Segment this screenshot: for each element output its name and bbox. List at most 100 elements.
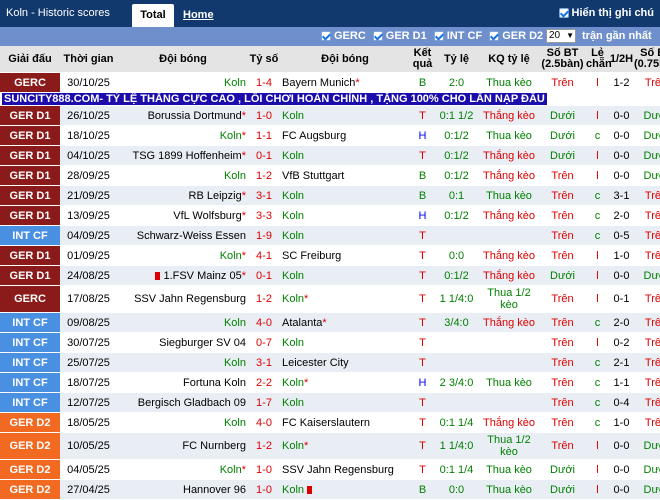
away-team[interactable]: FC Augsburg <box>279 125 411 146</box>
home-team[interactable]: Fortuna Koln <box>117 372 249 393</box>
league-badge[interactable]: GERC <box>0 285 60 313</box>
score[interactable]: 1-2 <box>249 285 279 313</box>
score[interactable]: 1-9 <box>249 225 279 246</box>
ad-banner-text[interactable]: SUNCITY888.COM- TỶ LỆ THẮNG CỰC CAO , LỐ… <box>2 93 547 105</box>
table-row[interactable]: GER D2 18/05/25 Koln 4-0 FC Kaiserslautern T 0… <box>0 412 660 433</box>
checkbox-checked-icon[interactable] <box>321 31 331 41</box>
away-team[interactable]: Koln* <box>279 432 411 460</box>
home-team[interactable]: Hannover 96 <box>117 479 249 500</box>
checkbox-checked-icon[interactable] <box>558 8 569 18</box>
league-badge[interactable]: GER D1 <box>0 165 60 186</box>
league-badge[interactable]: INT CF <box>0 225 60 246</box>
league-badge[interactable]: GER D2 <box>0 412 60 433</box>
league-badge[interactable]: GER D1 <box>0 105 60 126</box>
checkbox-checked-icon[interactable] <box>489 31 500 41</box>
score[interactable]: 3-1 <box>249 185 279 206</box>
table-row[interactable]: GER D1 28/09/25 Koln 1-2 VfB Stuttgart B 0:1/2… <box>0 165 660 186</box>
tab-total[interactable]: Total <box>132 4 174 27</box>
away-team[interactable]: SC Freiburg <box>279 245 411 266</box>
away-team[interactable]: Koln <box>279 479 411 500</box>
score[interactable]: 0-7 <box>249 332 279 353</box>
match-count-select[interactable]: 20 ▼ <box>546 29 576 43</box>
away-team[interactable]: VfB Stuttgart <box>279 165 411 186</box>
away-team[interactable]: Koln <box>279 145 411 166</box>
league-badge[interactable]: GER D2 <box>0 459 60 480</box>
league-badge[interactable]: GER D1 <box>0 185 60 206</box>
league-badge[interactable]: INT CF <box>0 332 60 353</box>
away-team[interactable]: Koln <box>279 392 411 413</box>
league-badge[interactable]: GER D2 <box>0 432 60 460</box>
table-row[interactable]: GER D1 18/10/25 Koln* 1-1 FC Augsburg H 0:1/2 T… <box>0 125 660 146</box>
checkbox-checked-icon[interactable] <box>372 31 383 41</box>
table-row[interactable]: INT CF 04/09/25 Schwarz-Weiss Essen 1-9 Koln… <box>0 225 660 246</box>
score[interactable]: 4-0 <box>249 312 279 333</box>
home-team[interactable]: Koln <box>117 312 249 333</box>
league-badge[interactable]: GER D2 <box>0 479 60 500</box>
checkbox-checked-icon[interactable] <box>433 31 444 41</box>
score[interactable]: 1-4 <box>249 72 279 93</box>
table-row[interactable]: INT CF 25/07/25 Koln 3-1 Leicester City T Trên… <box>0 352 660 373</box>
ad-banner-row[interactable]: SUNCITY888.COM- TỶ LỆ THẮNG CỰC CAO , LỐ… <box>0 92 660 106</box>
home-team[interactable]: Borussia Dortmund* <box>117 105 249 126</box>
home-team[interactable]: VfL Wolfsburg* <box>117 205 249 226</box>
show-notes-toggle[interactable]: Hiển thị ghi chú <box>558 7 654 19</box>
away-team[interactable]: FC Kaiserslautern <box>279 412 411 433</box>
away-team[interactable]: Koln <box>279 105 411 126</box>
table-row[interactable]: INT CF 30/07/25 Siegburger SV 04 0-7 Koln T Tr… <box>0 332 660 353</box>
away-team[interactable]: Leicester City <box>279 352 411 373</box>
away-team[interactable]: Koln* <box>279 372 411 393</box>
score[interactable]: 4-0 <box>249 412 279 433</box>
away-team[interactable]: SSV Jahn Regensburg <box>279 459 411 480</box>
away-team[interactable]: Koln <box>279 265 411 286</box>
league-badge[interactable]: GER D1 <box>0 245 60 266</box>
filter-ger-d2[interactable]: GER D2 <box>489 30 543 42</box>
home-team[interactable]: Koln* <box>117 245 249 266</box>
table-row[interactable]: INT CF 12/07/25 Bergisch Gladbach 09 1-7 Kol… <box>0 392 660 413</box>
score[interactable]: 1-7 <box>249 392 279 413</box>
score[interactable]: 1-0 <box>249 479 279 500</box>
filter-int-cf[interactable]: INT CF <box>433 30 482 42</box>
home-team[interactable]: SSV Jahn Regensburg <box>117 285 249 313</box>
score[interactable]: 4-1 <box>249 245 279 266</box>
home-team[interactable]: Siegburger SV 04 <box>117 332 249 353</box>
league-badge[interactable]: GER D1 <box>0 205 60 226</box>
table-row[interactable]: GER D1 26/10/25 Borussia Dortmund* 1-0 Koln T… <box>0 105 660 126</box>
score[interactable]: 1-2 <box>249 165 279 186</box>
score[interactable]: 2-2 <box>249 372 279 393</box>
home-team[interactable]: Koln* <box>117 125 249 146</box>
away-team[interactable]: Koln <box>279 225 411 246</box>
home-team[interactable]: Bergisch Gladbach 09 <box>117 392 249 413</box>
home-team[interactable]: FC Nurnberg <box>117 432 249 460</box>
table-row[interactable]: GER D1 13/09/25 VfL Wolfsburg* 3-3 Koln H 0:1/… <box>0 205 660 226</box>
table-row[interactable]: INT CF 18/07/25 Fortuna Koln 2-2 Koln* H 2 3/4… <box>0 372 660 393</box>
league-badge[interactable]: INT CF <box>0 392 60 413</box>
score[interactable]: 0-1 <box>249 145 279 166</box>
score[interactable]: 1-0 <box>249 105 279 126</box>
table-row[interactable]: GER D2 27/04/25 Hannover 96 1-0 Koln B 0:0 Thua… <box>0 479 660 500</box>
home-team[interactable]: RB Leipzig* <box>117 185 249 206</box>
league-badge[interactable]: INT CF <box>0 312 60 333</box>
table-row[interactable]: GER D1 01/09/25 Koln* 4-1 SC Freiburg T 0:0 Thắ… <box>0 245 660 266</box>
table-row[interactable]: GERC 30/10/25 Koln 1-4 Bayern Munich* B 2:0 Thu… <box>0 72 660 93</box>
table-row[interactable]: GER D1 21/09/25 RB Leipzig* 3-1 Koln B 0:1 Thua… <box>0 185 660 206</box>
home-team[interactable]: Koln <box>117 165 249 186</box>
table-row[interactable]: GER D1 04/10/25 TSG 1899 Hoffenheim* 0-1 Kol… <box>0 145 660 166</box>
home-team[interactable]: 1.FSV Mainz 05* <box>117 265 249 286</box>
tab-home[interactable]: Home <box>183 4 214 27</box>
away-team[interactable]: Atalanta* <box>279 312 411 333</box>
table-row[interactable]: INT CF 09/08/25 Koln 4-0 Atalanta* T 3/4:0 Thắn… <box>0 312 660 333</box>
score[interactable]: 3-1 <box>249 352 279 373</box>
score[interactable]: 1-2 <box>249 432 279 460</box>
filter-ger-d1[interactable]: GER D1 <box>372 30 427 42</box>
filter-gerc[interactable]: GERC <box>321 30 366 42</box>
league-badge[interactable]: GER D1 <box>0 125 60 146</box>
league-badge[interactable]: GER D1 <box>0 145 60 166</box>
score[interactable]: 1-0 <box>249 459 279 480</box>
home-team[interactable]: Koln <box>117 412 249 433</box>
away-team[interactable]: Koln <box>279 205 411 226</box>
ad-banner[interactable]: SUNCITY888.COM- TỶ LỆ THẮNG CỰC CAO , LỐ… <box>0 92 660 106</box>
home-team[interactable]: Koln* <box>117 459 249 480</box>
away-team[interactable]: Koln* <box>279 285 411 313</box>
league-badge[interactable]: INT CF <box>0 372 60 393</box>
away-team[interactable]: Bayern Munich* <box>279 72 411 93</box>
